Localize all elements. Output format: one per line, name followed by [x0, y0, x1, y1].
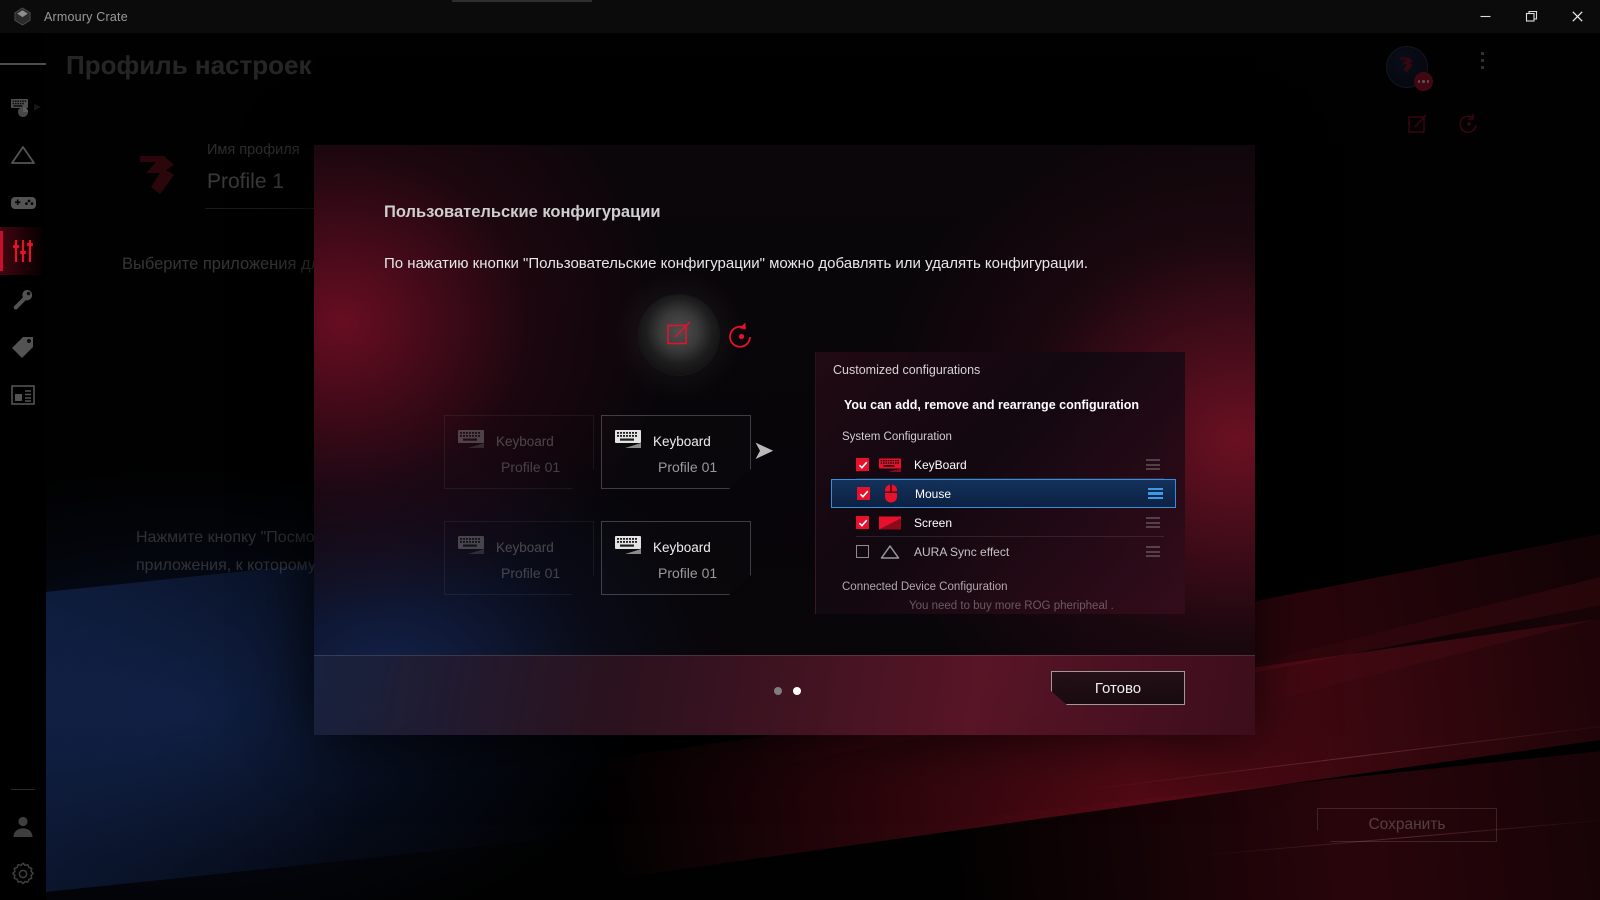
- sidebar-item-news[interactable]: [0, 371, 46, 419]
- profile-card-name: Keyboard: [496, 539, 554, 555]
- drag-handle-icon[interactable]: [1146, 517, 1160, 528]
- aura-sync-icon: [10, 144, 36, 166]
- edit-pencil-square-icon: [664, 318, 694, 353]
- sidebar-item-game-library[interactable]: [0, 179, 46, 227]
- profile-card-profile: Profile 01: [658, 459, 718, 475]
- restore-icon[interactable]: [1508, 0, 1554, 33]
- done-button-label: Готово: [1094, 679, 1142, 697]
- pagination-dot-active[interactable]: [793, 687, 801, 695]
- pagination-dot[interactable]: [774, 687, 782, 695]
- mouse-red-icon: [879, 484, 903, 503]
- deals-tag-icon: [11, 335, 35, 359]
- popup-title: Customized configurations: [833, 363, 981, 377]
- settings-gear-icon: [10, 861, 36, 892]
- rotate-cursor-icon: [723, 319, 757, 358]
- config-row-screen[interactable]: Screen: [834, 508, 1172, 537]
- title-bar: Armoury Crate: [0, 0, 1600, 33]
- config-label: Screen: [914, 515, 953, 530]
- config-row-keyboard[interactable]: KeyBoard: [834, 450, 1172, 479]
- config-label: Mouse: [915, 486, 952, 501]
- popup-subtitle: You can add, remove and rearrange config…: [844, 398, 1139, 412]
- minimize-icon[interactable]: [1462, 0, 1508, 33]
- profile-card[interactable]: Keyboard Profile 01: [601, 521, 751, 595]
- reset-circular-arrow-icon[interactable]: [1456, 112, 1480, 141]
- tutorial-modal: Пользовательские конфигурации По нажатию…: [314, 145, 1255, 735]
- profile-card[interactable]: Keyboard Profile 01: [601, 415, 751, 489]
- config-row-aura-sync-effect[interactable]: AURA Sync effect: [834, 537, 1172, 566]
- system-configuration-section-label: System Configuration: [842, 431, 952, 443]
- profile-card[interactable]: Keyboard Profile 01: [444, 415, 594, 489]
- page-title: Профиль настроек: [66, 50, 312, 80]
- checkbox-mouse[interactable]: [857, 487, 870, 500]
- profile-card-profile: Profile 01: [501, 459, 561, 475]
- keyboard-icon: [615, 429, 641, 453]
- drag-handle-icon[interactable]: [1146, 546, 1160, 557]
- header-ghost-icons: [1406, 112, 1480, 141]
- keyboard-icon: [615, 535, 641, 559]
- checkbox-screen[interactable]: [856, 516, 869, 529]
- hamburger-menu-icon[interactable]: [0, 45, 46, 83]
- modal-footer: Готово: [314, 655, 1255, 735]
- chevron-right-icon[interactable]: ➤: [754, 437, 773, 464]
- sidebar-item-scenario-profiles[interactable]: [0, 227, 46, 275]
- pagination-dots: [774, 687, 801, 695]
- profile-name-label: Имя профиля: [207, 142, 300, 158]
- drag-handle-icon[interactable]: [1146, 459, 1160, 470]
- sidebar-item-account[interactable]: [0, 804, 46, 852]
- screen-red-icon: [878, 516, 902, 530]
- config-label: AURA Sync effect: [914, 544, 1010, 559]
- modal-title: Пользовательские конфигурации: [384, 203, 661, 221]
- edit-pencil-icon[interactable]: [1406, 112, 1430, 141]
- scenario-sliders-icon: [10, 238, 36, 264]
- profile-name-value[interactable]: Profile 1: [207, 170, 284, 194]
- save-button-label: Сохранить: [1368, 816, 1446, 833]
- sidebar-item-deals[interactable]: [0, 323, 46, 371]
- game-controller-icon: [10, 194, 37, 212]
- sidebar-item-aura[interactable]: [0, 131, 46, 179]
- configuration-list: KeyBoard Mouse Screen AURA Sync effect: [831, 450, 1176, 566]
- close-icon[interactable]: [1554, 0, 1600, 33]
- profile-card-profile: Profile 01: [658, 565, 718, 581]
- profile-card-name: Keyboard: [496, 433, 554, 449]
- profile-card-name: Keyboard: [653, 433, 711, 449]
- checkbox-aura-sync-effect[interactable]: [856, 545, 869, 558]
- save-button[interactable]: Сохранить: [1317, 808, 1497, 842]
- customized-configurations-popup: Customized configurations You can add, r…: [815, 352, 1185, 614]
- app-window: Профиль настроек Имя профиля Profile 1 В…: [0, 0, 1600, 900]
- profile-card-name: Keyboard: [653, 539, 711, 555]
- device-keyboard-mouse-icon: [10, 97, 36, 117]
- knob-illustration: [639, 295, 751, 375]
- app-title: Armoury Crate: [44, 9, 128, 24]
- aura-sync-icon: [878, 544, 902, 560]
- rog-profile-logo-icon: [132, 148, 186, 207]
- profile-card[interactable]: Keyboard Profile 01: [444, 521, 594, 595]
- sidebar-item-devices[interactable]: ▶: [0, 83, 46, 131]
- news-window-icon: [11, 385, 35, 405]
- keyboard-icon: [458, 429, 484, 453]
- checkbox-keyboard[interactable]: [856, 458, 869, 471]
- modal-description: По нажатию кнопки "Пользовательские конф…: [384, 255, 1089, 272]
- config-row-mouse[interactable]: Mouse: [831, 479, 1176, 508]
- armoury-crate-logo-icon: [0, 7, 44, 26]
- more-vertical-icon[interactable]: [1480, 52, 1484, 69]
- chevron-right-icon: ▶: [34, 101, 41, 112]
- keyboard-red-icon: [878, 458, 902, 472]
- drag-handle-icon[interactable]: [1148, 487, 1163, 500]
- avatar[interactable]: [1386, 46, 1433, 91]
- config-label: KeyBoard: [914, 457, 967, 472]
- connected-device-section-label: Connected Device Configuration: [842, 581, 1008, 593]
- user-account-icon: [11, 814, 35, 843]
- sidebar-item-settings[interactable]: [0, 852, 46, 900]
- connected-device-note: You need to buy more ROG pheripheal .: [909, 600, 1114, 612]
- profile-card-profile: Profile 01: [501, 565, 561, 581]
- tools-wrench-icon: [11, 287, 35, 311]
- done-button[interactable]: Готово: [1051, 671, 1185, 705]
- keyboard-icon: [458, 535, 484, 559]
- sidebar-item-tools[interactable]: [0, 275, 46, 323]
- sidebar-bottom: [0, 789, 46, 900]
- sidebar: ▶: [0, 33, 46, 900]
- more-dots-badge-icon: [1414, 72, 1433, 91]
